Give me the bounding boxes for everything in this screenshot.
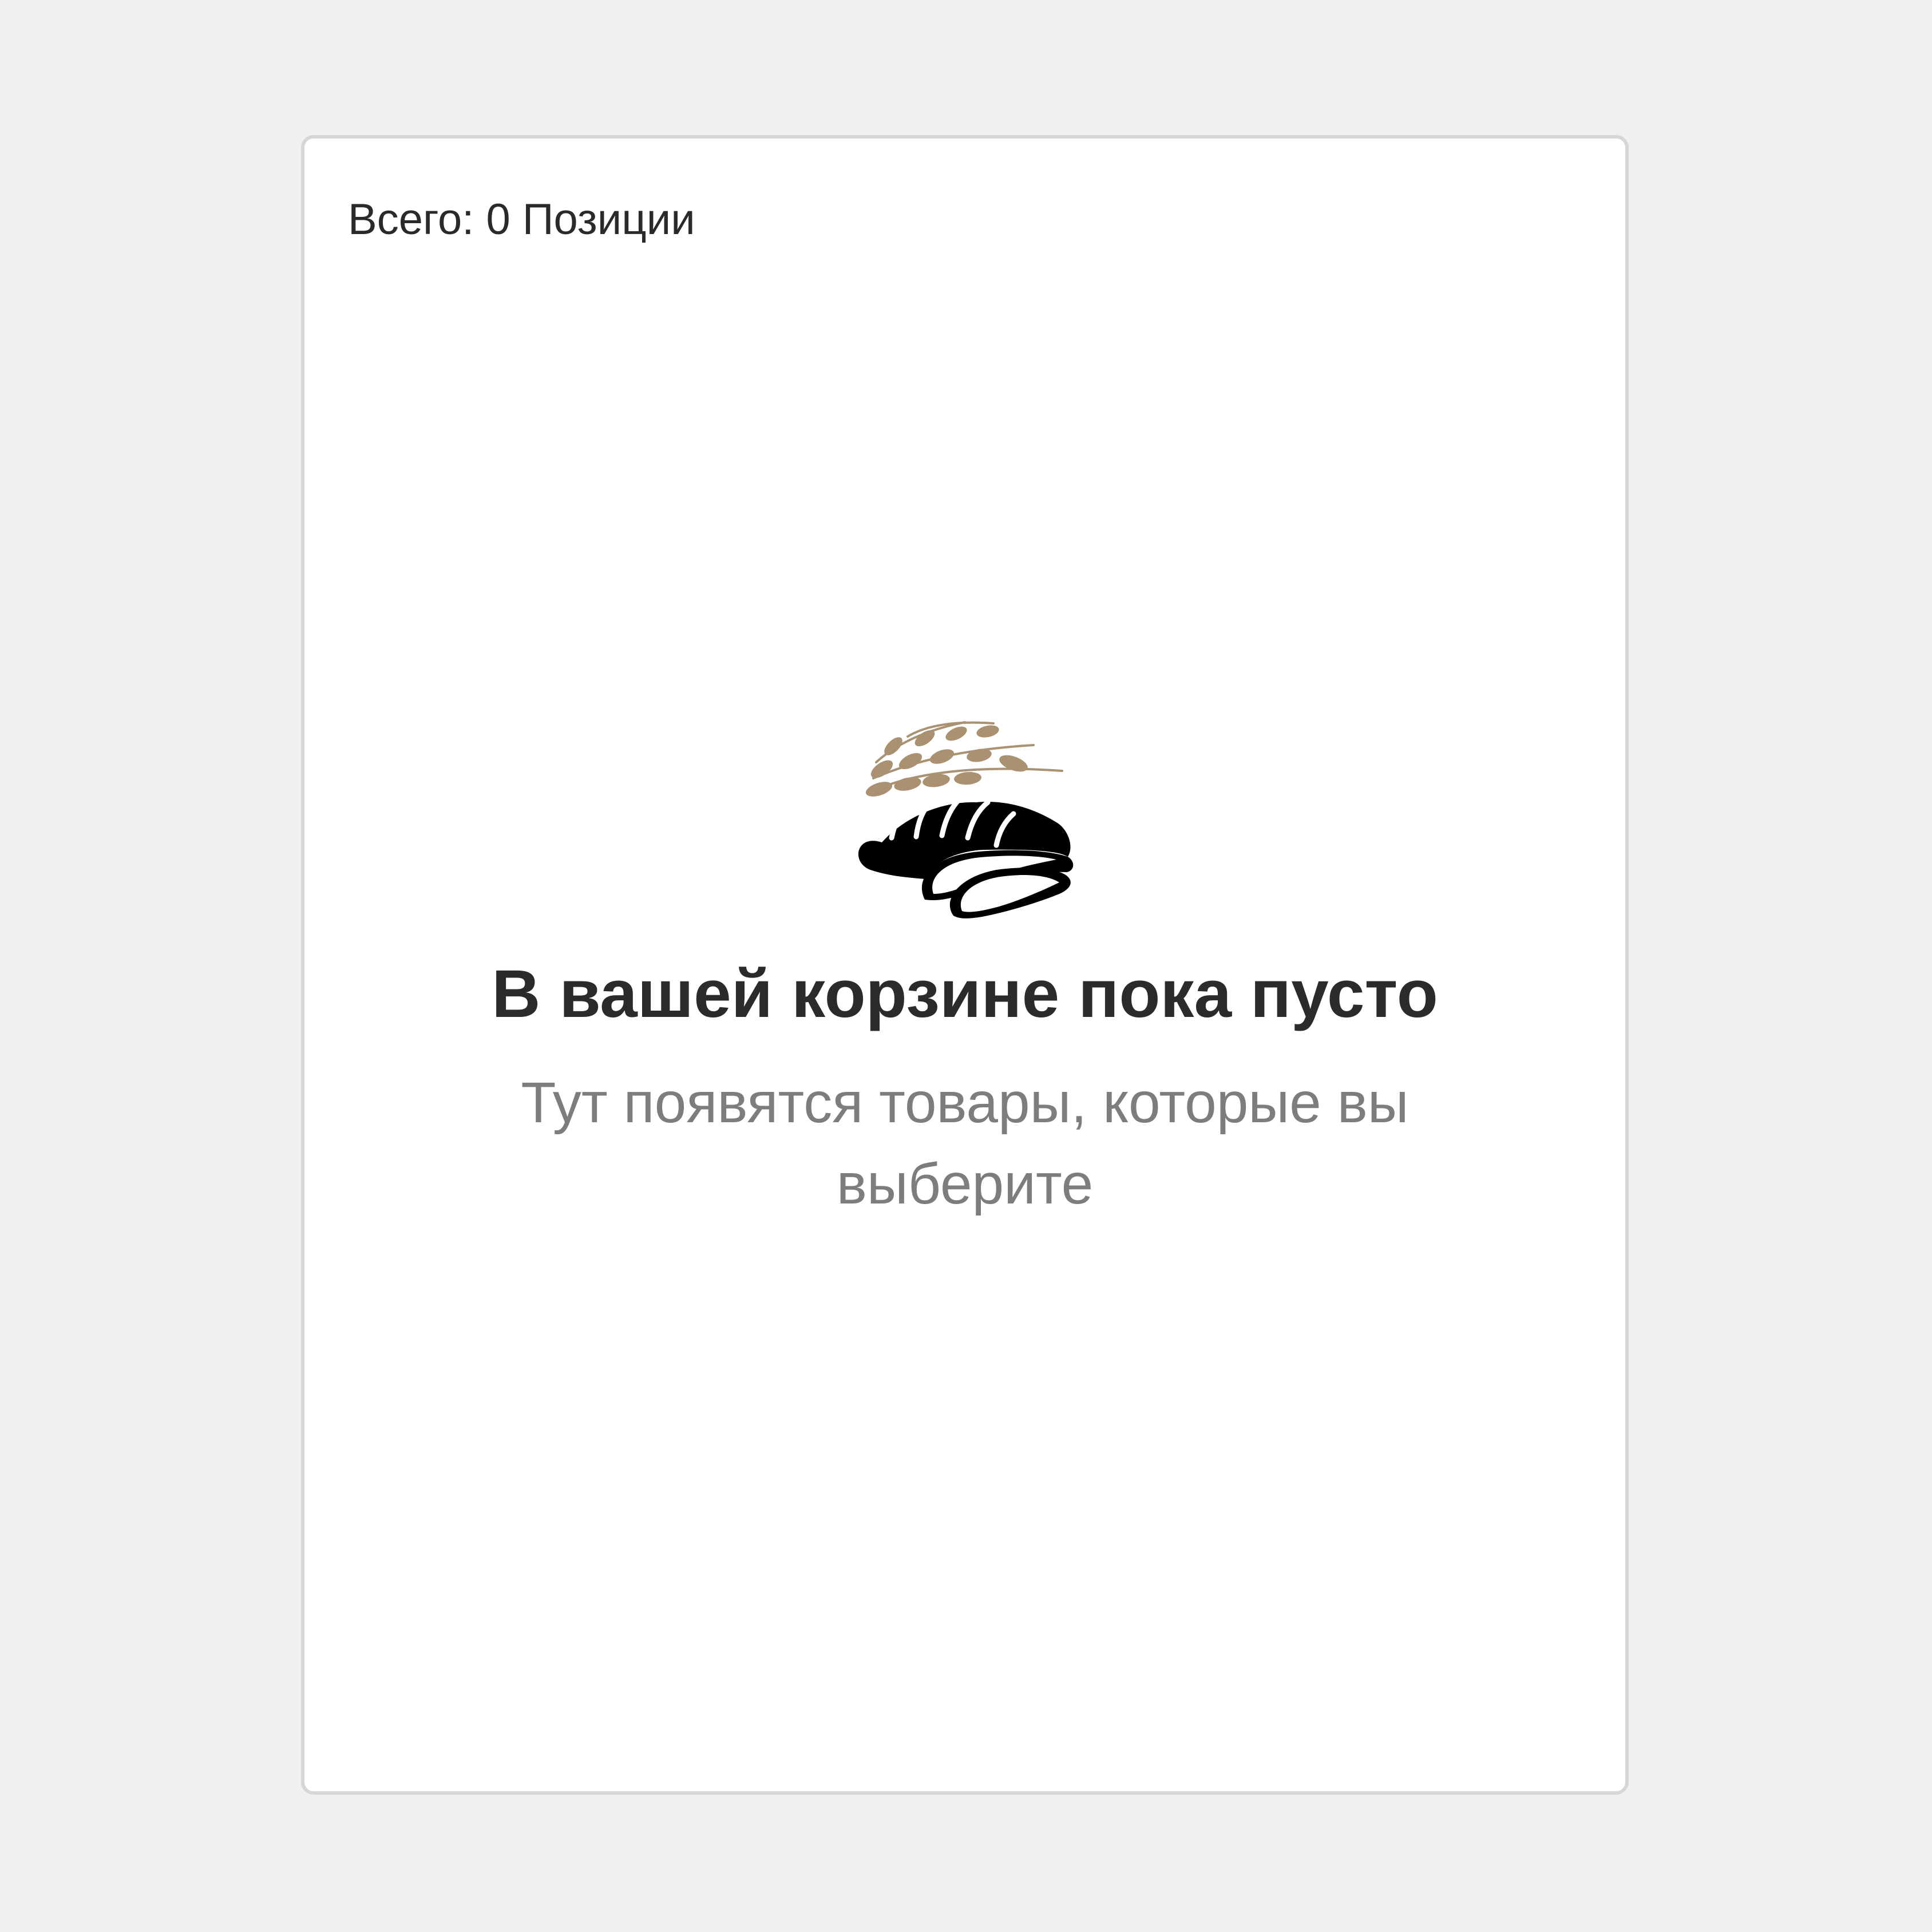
bread-with-wheat-icon (858, 721, 1074, 919)
cart-panel: Всего: 0 Позиции В вашей корзине пока пу… (301, 135, 1629, 1795)
cart-total-count: Всего: 0 Позиции (348, 195, 695, 244)
empty-cart-state: В вашей корзине пока пусто Тут появятся … (304, 705, 1625, 1225)
empty-cart-title: В вашей корзине пока пусто (492, 956, 1438, 1032)
empty-cart-subtitle: Тут появятся товары, которые вы выберите (521, 1070, 1409, 1216)
